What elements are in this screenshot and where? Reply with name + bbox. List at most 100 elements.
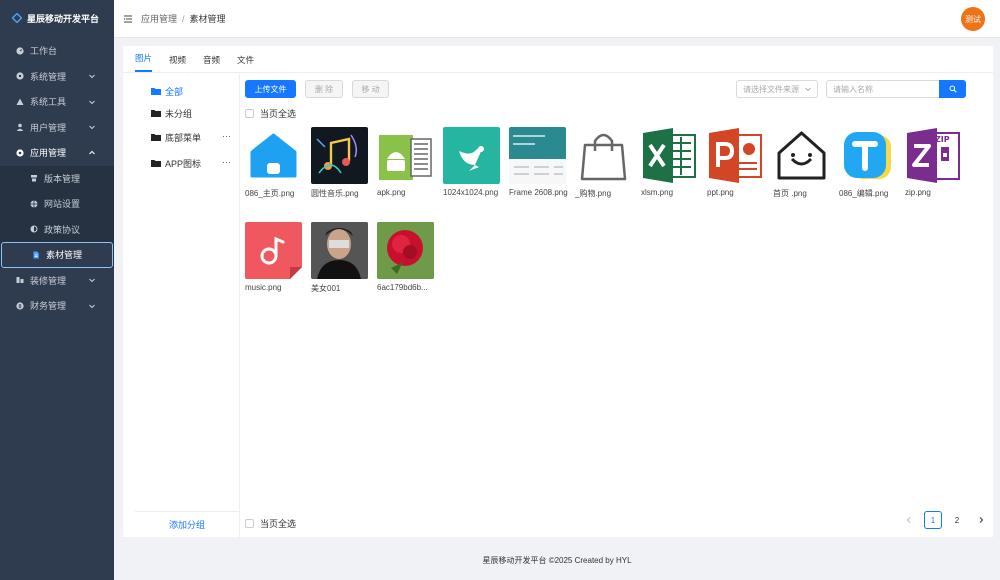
sidebar-item-policy[interactable]: 政策协议 (0, 217, 114, 243)
delete-button[interactable]: 删 除 (305, 80, 343, 98)
folder-icon (151, 160, 161, 167)
group-ungrouped[interactable]: 未分组 (135, 102, 239, 124)
file-thumbnail[interactable] (773, 127, 830, 184)
footer: 星辰移动开发平台 ©2025 Created by HYL (482, 556, 632, 565)
file-item[interactable]: 圆性音乐.png (311, 127, 369, 199)
app-logo[interactable]: 星辰移动开发平台 (0, 0, 114, 36)
file-item[interactable]: music.png (245, 222, 303, 292)
file-item[interactable]: _购物.png (575, 127, 633, 199)
more-icon[interactable]: ··· (222, 157, 231, 167)
chevron-up-icon (89, 150, 95, 155)
file-thumbnail[interactable] (377, 222, 434, 279)
page-2-button[interactable]: 2 (948, 511, 966, 529)
version-icon (29, 174, 38, 183)
file-item[interactable]: 首页 .png (773, 127, 831, 199)
upload-button[interactable]: 上传文件 (245, 80, 296, 98)
chevron-down-icon (89, 100, 95, 104)
file-item[interactable]: 086_编辑.png (839, 127, 897, 199)
file-item[interactable]: ZIP zip.png (905, 127, 963, 197)
finance-icon (15, 301, 24, 310)
select-all-bottom[interactable]: 当页全选 (245, 517, 296, 529)
sidebar-item-apps[interactable]: 应用管理 (0, 140, 114, 166)
add-group-button[interactable]: 添加分组 (135, 511, 239, 537)
avatar[interactable]: 测试 (961, 7, 985, 31)
select-all-top[interactable]: 当页全选 (245, 107, 296, 119)
select-all-checkbox[interactable] (245, 108, 254, 118)
group-all[interactable]: 全部 (135, 80, 239, 102)
file-thumbnail[interactable] (311, 222, 368, 279)
breadcrumb-parent[interactable]: 应用管理 (141, 12, 177, 25)
file-item[interactable]: xlsm.png (641, 127, 699, 197)
group-panel: 全部 未分组 底部菜单 ··· APP图标 ··· 添加分组 (135, 74, 240, 537)
chevron-down-icon (89, 304, 95, 308)
file-thumbnail[interactable] (707, 127, 764, 184)
file-thumbnail[interactable] (311, 127, 368, 184)
file-name: apk.png (377, 188, 406, 197)
file-item[interactable]: ppt.png (707, 127, 765, 197)
file-thumbnail[interactable] (377, 127, 434, 184)
breadcrumb-separator: / (182, 13, 185, 24)
file-name: 美女001 (311, 284, 341, 293)
chevron-down-icon (89, 74, 95, 79)
tab-images[interactable]: 图片 (135, 52, 153, 72)
sidebar-item-version[interactable]: 版本管理 (0, 166, 114, 192)
source-select[interactable]: 请选择文件来源 (736, 80, 818, 98)
folder-icon (151, 134, 161, 141)
pagination: 1 2 (897, 511, 993, 529)
file-item[interactable]: apk.png (377, 127, 435, 197)
submenu-apps: 版本管理 网站设置 政策协议 素材管理 (0, 165, 114, 268)
tab-audio[interactable]: 音频 (203, 54, 220, 72)
file-name: zip.png (905, 188, 931, 197)
folder-icon (151, 88, 161, 95)
menu-toggle-icon[interactable] (123, 14, 133, 24)
settings-icon (15, 72, 24, 81)
sidebar-item-materials[interactable]: 素材管理 (1, 242, 113, 268)
search-input[interactable]: 请输入名称 (826, 80, 940, 98)
sidebar-item-finance[interactable]: 财务管理 (0, 293, 114, 319)
sidebar-item-website[interactable]: 网站设置 (0, 191, 114, 217)
move-button[interactable]: 移 动 (352, 80, 389, 98)
file-thumbnail[interactable] (443, 127, 500, 184)
sidebar-item-system[interactable]: 系统管理 (0, 64, 114, 90)
tab-files[interactable]: 文件 (237, 54, 254, 72)
file-item[interactable]: 美女001 (311, 222, 369, 294)
app-title: 星辰移动开发平台 (27, 13, 100, 24)
logo-icon (12, 13, 22, 23)
file-thumbnail[interactable]: ZIP (905, 127, 962, 184)
file-thumbnail[interactable] (509, 127, 566, 184)
file-name: ppt.png (707, 188, 734, 197)
file-item[interactable]: 6ac179bd6b... (377, 222, 435, 292)
file-name: 1024x1024.png (443, 188, 499, 197)
sidebar-item-workbench[interactable]: 工作台 (0, 38, 114, 64)
file-item[interactable]: 086_主页.png (245, 127, 303, 199)
breadcrumb-current: 素材管理 (189, 14, 226, 24)
file-thumbnail[interactable] (245, 127, 302, 184)
file-thumbnail[interactable] (575, 127, 632, 184)
svg-text:ZIP: ZIP (935, 135, 950, 144)
file-name: 086_主页.png (245, 189, 295, 198)
file-name: 6ac179bd6b... (377, 283, 428, 292)
page-1-button[interactable]: 1 (924, 511, 942, 529)
chevron-left-icon (906, 517, 911, 523)
group-bottom-menu[interactable]: 底部菜单 ··· (135, 126, 239, 148)
file-item[interactable]: 1024x1024.png (443, 127, 501, 197)
file-thumbnail[interactable] (839, 127, 896, 184)
prev-page-button[interactable] (900, 511, 918, 529)
sidebar-item-users[interactable]: 用户管理 (0, 115, 114, 141)
file-name: music.png (245, 283, 282, 292)
file-name: _购物.png (575, 189, 612, 198)
next-page-button[interactable] (972, 511, 990, 529)
decor-icon (15, 276, 24, 285)
file-item[interactable]: Frame 2608.png (509, 127, 568, 197)
sidebar-item-decoration[interactable]: 装修管理 (0, 268, 114, 294)
group-app-icons[interactable]: APP图标 ··· (135, 152, 239, 174)
select-all-checkbox[interactable] (245, 518, 254, 528)
sidebar-item-tools[interactable]: 系统工具 (0, 89, 114, 115)
app-icon (15, 148, 24, 157)
file-thumbnail[interactable] (245, 222, 302, 279)
toolbar: 上传文件 删 除 移 动 请选择文件来源 请输入名称 (245, 80, 993, 98)
tab-videos[interactable]: 视频 (169, 54, 186, 72)
more-icon[interactable]: ··· (222, 131, 231, 141)
file-thumbnail[interactable] (641, 127, 698, 184)
search-button[interactable] (939, 80, 966, 98)
